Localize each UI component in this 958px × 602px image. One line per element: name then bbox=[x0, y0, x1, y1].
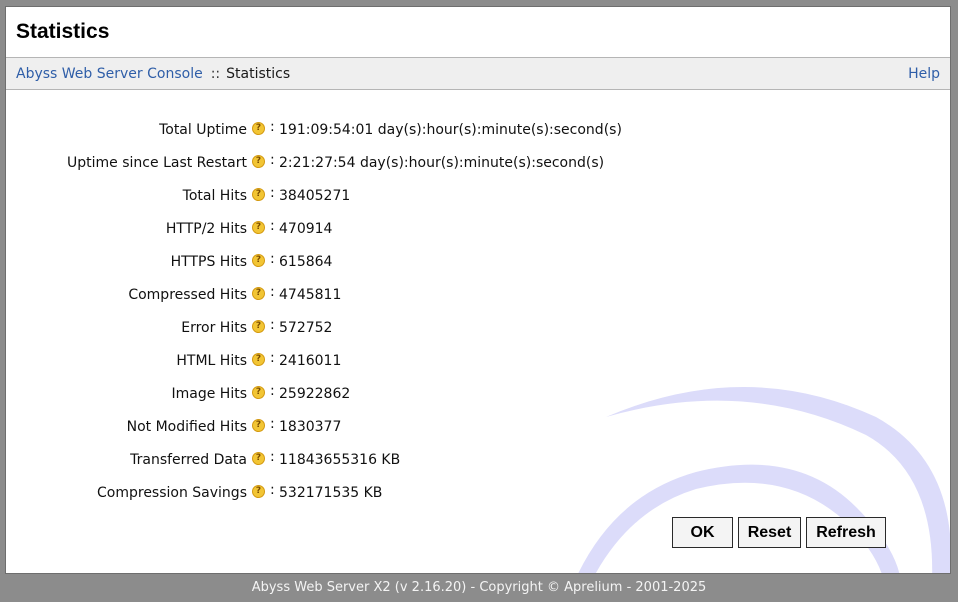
breadcrumb-current: Statistics bbox=[226, 65, 291, 82]
stat-value: 572752 bbox=[279, 320, 333, 336]
stat-colon: : bbox=[270, 449, 275, 465]
footer-copyright: Abyss Web Server X2 (v 2.16.20) - Copyri… bbox=[251, 580, 707, 595]
button-bar: OK Reset Refresh bbox=[672, 517, 886, 548]
stat-row: Transferred Data?:11843655316 KB bbox=[6, 449, 950, 471]
help-icon[interactable]: ? bbox=[252, 287, 265, 300]
stat-colon: : bbox=[270, 482, 275, 498]
stat-value: 532171535 KB bbox=[279, 485, 383, 501]
stat-value: 191:09:54:01 day(s):hour(s):minute(s):se… bbox=[279, 122, 622, 138]
stat-label: HTTPS Hits bbox=[170, 254, 247, 270]
stat-label: Total Hits bbox=[182, 188, 247, 204]
console-window: Statistics Abyss Web Server Console :: S… bbox=[5, 6, 951, 574]
help-icon[interactable]: ? bbox=[252, 386, 265, 399]
stat-value: 2416011 bbox=[279, 353, 342, 369]
stat-value: 470914 bbox=[279, 221, 333, 237]
refresh-button[interactable]: Refresh bbox=[806, 517, 886, 548]
stat-value: 11843655316 KB bbox=[279, 452, 401, 468]
stat-row: Uptime since Last Restart?:2:21:27:54 da… bbox=[6, 152, 950, 174]
stat-row: HTTPS Hits?:615864 bbox=[6, 251, 950, 273]
stat-colon: : bbox=[270, 119, 275, 135]
stat-label: Not Modified Hits bbox=[126, 419, 247, 435]
page-title: Statistics bbox=[16, 20, 110, 43]
stat-value: 38405271 bbox=[279, 188, 351, 204]
help-icon[interactable]: ? bbox=[252, 452, 265, 465]
title-bar: Statistics bbox=[6, 7, 950, 58]
stat-colon: : bbox=[270, 185, 275, 201]
stat-row: Total Hits?:38405271 bbox=[6, 185, 950, 207]
stat-label: Image Hits bbox=[171, 386, 248, 402]
stat-colon: : bbox=[270, 152, 275, 168]
help-icon[interactable]: ? bbox=[252, 155, 265, 168]
help-icon[interactable]: ? bbox=[252, 353, 265, 366]
stat-value: 4745811 bbox=[279, 287, 342, 303]
stat-label: Transferred Data bbox=[130, 452, 247, 468]
stat-label: HTTP/2 Hits bbox=[165, 221, 247, 237]
stat-label: HTML Hits bbox=[176, 353, 247, 369]
stat-value: 1830377 bbox=[279, 419, 342, 435]
breadcrumb: Abyss Web Server Console :: Statistics H… bbox=[6, 58, 950, 90]
help-link[interactable]: Help bbox=[908, 66, 940, 82]
help-icon[interactable]: ? bbox=[252, 254, 265, 267]
help-icon[interactable]: ? bbox=[252, 122, 265, 135]
stat-row: Total Uptime?:191:09:54:01 day(s):hour(s… bbox=[6, 119, 950, 141]
stat-colon: : bbox=[270, 218, 275, 234]
help-icon[interactable]: ? bbox=[252, 188, 265, 201]
reset-button[interactable]: Reset bbox=[738, 517, 801, 548]
help-icon[interactable]: ? bbox=[252, 320, 265, 333]
stat-label: Uptime since Last Restart bbox=[67, 155, 247, 171]
stat-value: 2:21:27:54 day(s):hour(s):minute(s):seco… bbox=[279, 155, 605, 171]
stat-row: Compression Savings?:532171535 KB bbox=[6, 482, 950, 504]
stat-row: Compressed Hits?:4745811 bbox=[6, 284, 950, 306]
stat-colon: : bbox=[270, 350, 275, 366]
stat-row: Not Modified Hits?:1830377 bbox=[6, 416, 950, 438]
stat-row: HTTP/2 Hits?:470914 bbox=[6, 218, 950, 240]
stat-value: 615864 bbox=[279, 254, 333, 270]
help-icon[interactable]: ? bbox=[252, 419, 265, 432]
stat-row: Image Hits?:25922862 bbox=[6, 383, 950, 405]
stat-label: Error Hits bbox=[181, 320, 247, 336]
ok-button[interactable]: OK bbox=[672, 517, 733, 548]
help-icon[interactable]: ? bbox=[252, 485, 265, 498]
stat-label: Compression Savings bbox=[97, 485, 247, 501]
stat-row: HTML Hits?:2416011 bbox=[6, 350, 950, 372]
stat-colon: : bbox=[270, 416, 275, 432]
stat-colon: : bbox=[270, 251, 275, 267]
help-icon[interactable]: ? bbox=[252, 221, 265, 234]
console-link[interactable]: Abyss Web Server Console bbox=[16, 66, 203, 82]
stat-colon: : bbox=[270, 284, 275, 300]
breadcrumb-separator: :: bbox=[210, 65, 221, 82]
stat-value: 25922862 bbox=[279, 386, 351, 402]
stat-colon: : bbox=[270, 383, 275, 399]
stat-label: Total Uptime bbox=[159, 122, 247, 138]
stat-row: Error Hits?:572752 bbox=[6, 317, 950, 339]
stat-label: Compressed Hits bbox=[128, 287, 247, 303]
stat-colon: : bbox=[270, 317, 275, 333]
